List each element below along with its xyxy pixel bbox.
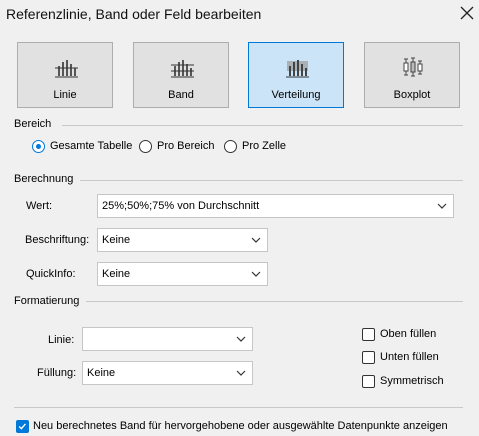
checkbox-label: Neu berechnetes Band für hervorgehobene … [33,420,448,432]
chevron-down-icon [236,370,246,376]
dialog-title: Referenzlinie, Band oder Feld bearbeiten [6,6,262,22]
type-button-boxplot[interactable]: Boxplot [364,42,460,108]
checkbox-label: Oben füllen [380,328,437,340]
checkbox-symmetrisch[interactable] [362,375,375,388]
radio-pro-zelle[interactable] [224,140,237,153]
section-divider [62,125,463,126]
section-heading-formatierung: Formatierung [14,295,80,307]
beschriftung-label: Beschriftung: [25,234,90,246]
line-chart-icon [55,60,78,78]
beschriftung-dropdown[interactable]: Keine [97,228,268,252]
type-button-label: Boxplot [393,89,431,101]
quickinfo-value: Keine [102,268,131,280]
fuellung-dropdown[interactable]: Keine [82,361,253,385]
type-button-band[interactable]: Band [133,42,229,108]
radio-label: Pro Bereich [157,140,215,152]
quickinfo-label: QuickInfo: [26,268,76,280]
chevron-down-icon [251,271,261,277]
type-button-linie[interactable]: Linie [17,42,113,108]
checkbox-oben-fuellen[interactable] [362,328,375,341]
checkbox-label: Symmetrisch [380,375,444,387]
beschriftung-value: Keine [102,234,131,246]
boxplot-icon [403,57,423,77]
fuellung-value: Keine [87,367,116,379]
chevron-down-icon [236,336,246,342]
wert-value: 25%;50%;75% von Durchschnitt [102,200,260,212]
chevron-down-icon [437,203,447,209]
checkbox-unten-fuellen[interactable] [362,351,375,364]
section-heading-bereich: Bereich [14,118,52,130]
type-button-label: Linie [53,89,77,101]
distribution-chart-icon [286,60,309,78]
fuellung-label: Füllung: [37,367,77,379]
wert-label: Wert: [26,200,53,212]
type-button-label: Band [168,89,194,101]
section-divider [80,180,463,181]
wert-dropdown[interactable]: 25%;50%;75% von Durchschnitt [97,194,454,218]
band-chart-icon [171,60,194,78]
linie-dropdown[interactable] [82,327,253,351]
close-icon[interactable] [458,4,476,22]
chevron-down-icon [251,237,261,243]
type-button-verteilung[interactable]: Verteilung [248,42,344,108]
checkmark-icon [18,423,26,430]
section-divider [86,301,463,302]
section-heading-berechnung: Berechnung [14,173,74,185]
checkbox-label: Unten füllen [380,351,439,363]
type-button-label: Verteilung [271,89,321,101]
checkbox-recalculated-band[interactable] [16,420,29,433]
linie-label: Linie: [48,334,75,346]
radio-label: Gesamte Tabelle [50,140,133,152]
radio-pro-bereich[interactable] [139,140,152,153]
footer-divider [14,407,463,408]
radio-label: Pro Zelle [242,140,287,152]
quickinfo-dropdown[interactable]: Keine [97,262,268,286]
radio-gesamte-tabelle[interactable] [32,140,45,153]
